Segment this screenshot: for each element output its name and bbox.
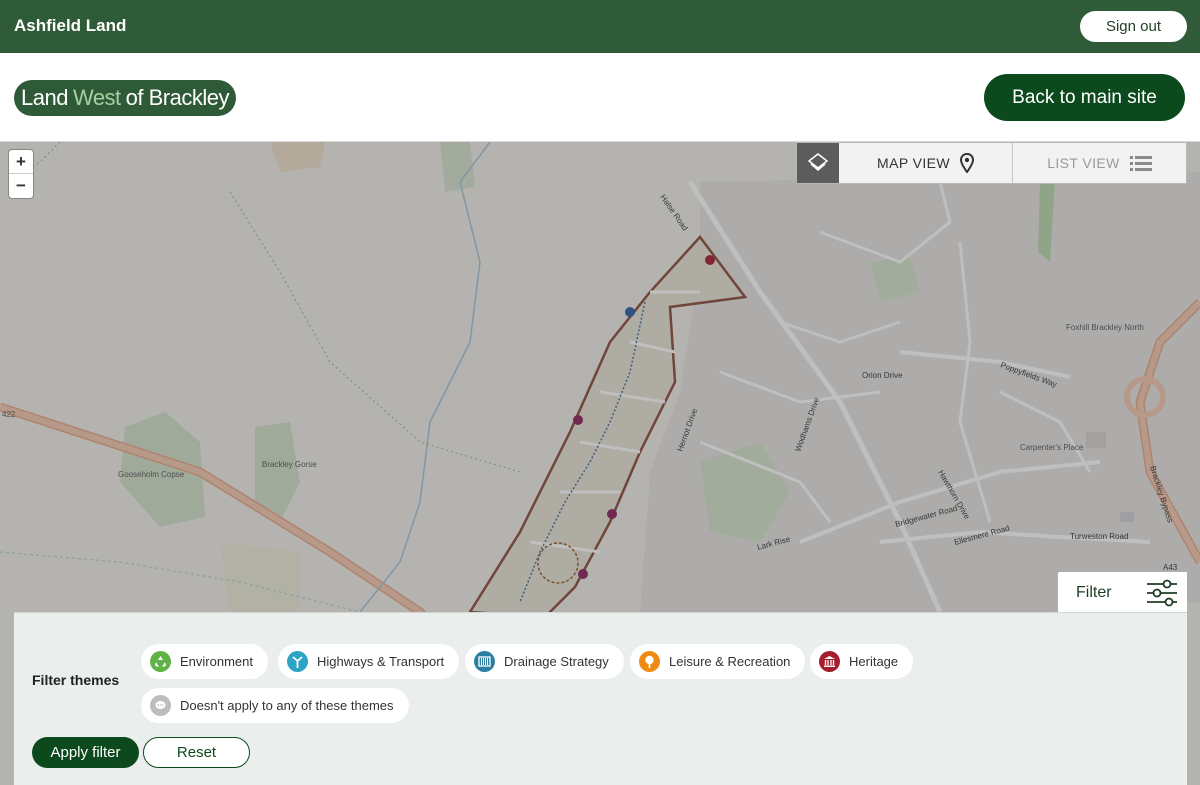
- map-label-a422: 422: [2, 410, 16, 419]
- zoom-out-button[interactable]: −: [9, 174, 33, 198]
- map-label-lark-rise: Lark Rise: [756, 534, 791, 552]
- list-icon: [1129, 155, 1152, 171]
- logo-text-brackley: of Brackley: [125, 85, 230, 110]
- reset-button[interactable]: Reset: [143, 737, 250, 768]
- drain-icon: [474, 651, 495, 672]
- theme-chip-label: Leisure & Recreation: [669, 654, 791, 669]
- map-label-orion-drive: Orion Drive: [862, 371, 903, 380]
- theme-chip-label: Environment: [180, 654, 253, 669]
- theme-chip-leisure[interactable]: Leisure & Recreation: [630, 644, 806, 679]
- theme-chip-drainage[interactable]: Drainage Strategy: [465, 644, 624, 679]
- organisation-name: Ashfield Land: [14, 16, 127, 35]
- tab-list-view-label: LIST VIEW: [1047, 155, 1120, 171]
- top-bar: Ashfield Land Sign out: [0, 0, 1200, 53]
- map-label-brackley-gorse: Brackley Gorse: [262, 460, 317, 469]
- map-label-herriot: Herriot Drive: [675, 407, 699, 453]
- back-to-main-site-button[interactable]: Back to main site: [984, 74, 1185, 121]
- sliders-icon: [1147, 579, 1177, 606]
- theme-chip-label: Doesn't apply to any of these themes: [180, 698, 394, 713]
- layers-button[interactable]: [797, 143, 839, 183]
- theme-chip-label: Drainage Strategy: [504, 654, 609, 669]
- tab-list-view[interactable]: LIST VIEW: [1013, 143, 1186, 183]
- logo-text-land: Land: [21, 85, 68, 110]
- map-label-bypass: Brackley Bypass: [1148, 465, 1175, 524]
- map-label-carpenters: Carpenter's Place: [1020, 443, 1084, 452]
- theme-chip-label: Heritage: [849, 654, 899, 669]
- filter-panel: Filter themes Environment Highways & Tra…: [14, 612, 1187, 785]
- filter-toggle-button[interactable]: Filter: [1058, 572, 1187, 613]
- theme-chip-heritage[interactable]: Heritage: [810, 644, 914, 679]
- theme-chip-none[interactable]: Doesn't apply to any of these themes: [141, 688, 409, 723]
- map-label-gooseholm: Gooseholm Copse: [118, 470, 185, 479]
- sign-out-button[interactable]: Sign out: [1080, 11, 1187, 42]
- site-logo[interactable]: Land West of Brackley: [14, 80, 236, 116]
- map-pin-icon: [959, 153, 974, 173]
- zoom-control: + −: [9, 150, 33, 198]
- building-icon: [819, 651, 840, 672]
- map-label-wodhams: Wodhams Drive: [793, 396, 821, 453]
- signpost-icon: [287, 651, 308, 672]
- site-header: Land West of Brackley Back to main site: [0, 53, 1200, 142]
- logo-text-west: West: [72, 85, 121, 110]
- apply-filter-button[interactable]: Apply filter: [32, 737, 139, 768]
- theme-chip-label: Highways & Transport: [317, 654, 445, 669]
- tree-icon: [639, 651, 660, 672]
- map-label-poppyfields: Poppyfields Way: [999, 360, 1058, 389]
- layers-icon: [807, 153, 829, 171]
- filter-toggle-label: Filter: [1076, 583, 1112, 601]
- map-label-foxhill: Foxhill Brackley North: [1066, 323, 1144, 332]
- tab-map-view-label: MAP VIEW: [877, 155, 950, 171]
- map-label-bridgewater: Bridgewater Road: [894, 504, 958, 529]
- zoom-in-button[interactable]: +: [9, 150, 33, 174]
- theme-chip-environment[interactable]: Environment: [141, 644, 268, 679]
- theme-chip-highways[interactable]: Highways & Transport: [278, 644, 460, 679]
- map-label-turweston: Turweston Road: [1070, 532, 1128, 541]
- tab-map-view[interactable]: MAP VIEW: [839, 143, 1013, 183]
- speech-icon: [150, 695, 171, 716]
- map-label-a43: A43: [1163, 563, 1178, 572]
- map-label-halse-road: Halse Road: [658, 193, 689, 232]
- recycle-icon: [150, 651, 171, 672]
- filter-themes-label: Filter themes: [32, 672, 120, 688]
- map-label-ellesmere: Ellesmere Road: [953, 524, 1010, 547]
- view-toggle: MAP VIEW LIST VIEW: [796, 142, 1187, 184]
